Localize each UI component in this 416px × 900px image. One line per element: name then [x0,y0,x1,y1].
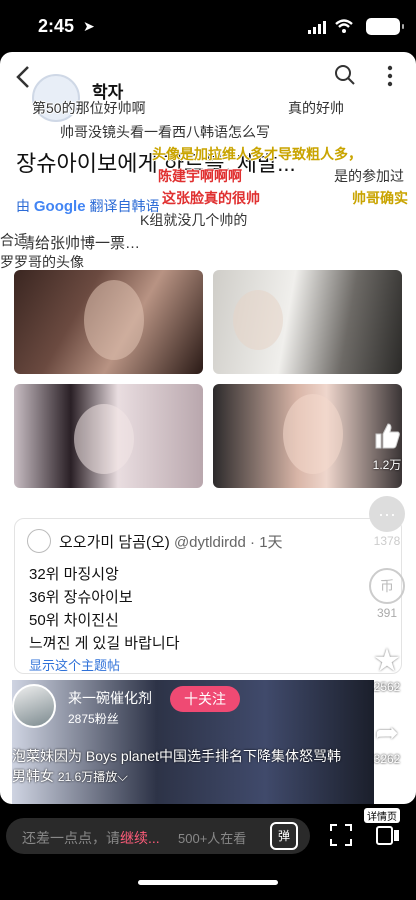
uploader-avatar[interactable] [12,684,56,728]
uploader-name[interactable]: 来一碗催化剂 [68,688,152,708]
danmaku-comment: 罗罗哥的头像 [0,254,84,270]
coin-action[interactable]: 币 391 [362,568,412,620]
share-action[interactable]: ➦ 3262 [362,714,412,767]
battery-icon [366,18,404,35]
danmaku-comment: 请给张帅博一票… [20,235,141,252]
bottom-bar: 还差一点点，请继续... 500+人在看 弹 详情页 [0,804,416,900]
quote-line: 32위 마징시앙 [29,566,119,583]
fullscreen-icon[interactable] [330,824,352,846]
quote-body: 32위 마징시앙 36위 장슈아이보 50위 차이진신 느껴진 게 있길 바랍니… [29,563,180,655]
location-icon: ➤ [83,18,95,34]
quote-line: 50위 차이진신 [29,612,119,629]
danmaku-comment: 第50的那位好帅啊 [32,100,146,116]
follow-button[interactable]: 十关注 [170,686,240,712]
danmaku-comment: 帅哥确实 [352,190,408,206]
quote-avatar [27,529,51,553]
photo-3[interactable] [14,384,203,488]
danmaku-comment: 真的好帅 [288,100,344,116]
viewer-count: 500+人在看 [178,831,247,846]
google-logo: Google [33,198,86,215]
photo-2[interactable] [213,270,402,374]
photo-1[interactable] [14,270,203,374]
quote-line: 36위 장슈아이보 [29,589,133,606]
danmaku-comment: 合适 [0,232,28,248]
related-video[interactable]: 来一碗催化剂 2875粉丝 十关注 泡菜妹因为 Boys planet中国选手排… [12,680,374,804]
danmaku-comment: 陈建宇啊啊啊 [158,168,242,184]
video-panel-icon[interactable] [376,824,400,846]
quote-author: 오오가미 담곰(오) @dytldirdd · 1天 [59,534,283,551]
quoted-post[interactable]: 오오가미 담곰(오) @dytldirdd · 1天 32위 마징시앙 36위 … [14,518,402,674]
search-icon[interactable] [334,64,356,86]
star-action[interactable]: ★ 2562 [362,642,412,694]
photo-grid [14,270,402,488]
danmaku-input[interactable]: 还差一点点，请继续... 500+人在看 [6,818,310,854]
more-icon[interactable] [386,64,394,88]
danmaku-comment: 是的参加过 [334,168,404,184]
danmaku-toggle-button[interactable]: 弹 [270,822,298,850]
comment-icon[interactable]: ··· [369,496,405,532]
quote-line: 느껴진 게 있길 바랍니다 [29,635,180,652]
home-indicator [138,880,278,885]
signal-icon [308,21,326,34]
translate-note[interactable]: 由 Google 翻译自韩语 [16,196,159,216]
thumbs-up-icon[interactable] [369,418,405,454]
post-card: 학자 장슈아이보에게 하트를, 제발... 由 Google 翻译自韩语 오오가… [0,52,416,804]
star-icon[interactable]: ★ [369,642,405,678]
video-description: 泡菜妹因为 Boys planet中国选手排名下降集体怒骂韩 男韩女 21.6万… [12,748,342,784]
danmaku-comment: 这张脸真的很帅 [162,190,260,206]
translate-prefix: 由 [16,198,30,214]
wifi-icon [335,19,353,33]
like-action[interactable]: 1.2万 [362,418,412,473]
share-icon[interactable]: ➦ [369,714,405,750]
danmaku-comment: 头像是加拉维人多才导致粗人多， [152,146,362,162]
danmaku-comment: 帅哥没镜头看一看西八韩语怎么写 [60,124,270,140]
coin-icon[interactable]: 币 [369,568,405,604]
uploader-fans: 2875粉丝 [68,712,119,726]
show-thread-link[interactable]: 显示这个主题帖 [29,655,120,674]
detail-page-label[interactable]: 详情页 [364,808,400,823]
status-bar: 2:45 ➤ [0,0,416,52]
clock: 2:45 [38,16,75,36]
comment-action[interactable]: ··· 1378 [362,496,412,548]
danmaku-comment: K组就没几个帅的 [140,212,248,228]
